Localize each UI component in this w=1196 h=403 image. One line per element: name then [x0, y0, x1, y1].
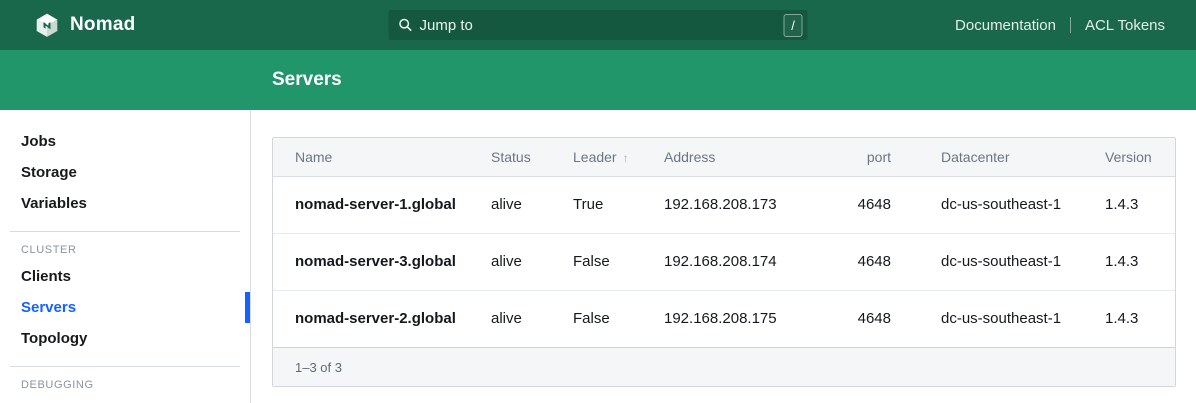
cell-name: nomad-server-3.global — [273, 233, 491, 290]
sidebar-divider — [10, 231, 240, 232]
cell-version: 1.4.3 — [1105, 233, 1175, 290]
column-header-name[interactable]: Name — [273, 138, 491, 176]
cell-leader: False — [573, 233, 664, 290]
cell-name: nomad-server-2.global — [273, 290, 491, 347]
cell-datacenter: dc-us-southeast-1 — [891, 290, 1105, 347]
sidebar-item-label: Servers — [21, 299, 76, 316]
cell-port: 4648 — [841, 233, 891, 290]
column-header-version[interactable]: Version — [1105, 138, 1175, 176]
servers-table: Name Status Leader ↑ Address port Datacen… — [273, 138, 1175, 347]
search-input[interactable] — [420, 17, 784, 34]
cell-version: 1.4.3 — [1105, 176, 1175, 233]
column-header-leader[interactable]: Leader ↑ — [573, 138, 664, 176]
sidebar-item-clients[interactable]: Clients — [0, 261, 250, 292]
sidebar-item-storage[interactable]: Storage — [0, 157, 250, 188]
nomad-logo-icon — [34, 12, 60, 38]
documentation-link[interactable]: Documentation — [955, 17, 1056, 34]
cell-status: alive — [491, 233, 573, 290]
sidebar-divider — [10, 366, 240, 367]
servers-table-container: Name Status Leader ↑ Address port Datacen… — [272, 137, 1176, 387]
cell-port: 4648 — [841, 290, 891, 347]
column-header-datacenter[interactable]: Datacenter — [891, 138, 1105, 176]
sidebar: Jobs Storage Variables CLUSTER Clients S… — [0, 110, 251, 403]
sort-ascending-icon: ↑ — [623, 151, 629, 165]
page-header: Servers — [0, 50, 1196, 110]
cell-address: 192.168.208.174 — [664, 233, 841, 290]
sidebar-item-jobs[interactable]: Jobs — [0, 126, 250, 157]
top-navbar: Nomad / Documentation ACL Tokens — [0, 0, 1196, 50]
sidebar-item-servers[interactable]: Servers — [0, 292, 250, 323]
cell-status: alive — [491, 290, 573, 347]
nav-separator — [1070, 17, 1071, 33]
column-header-address[interactable]: Address — [664, 138, 841, 176]
column-header-status[interactable]: Status — [491, 138, 573, 176]
nomad-home-link[interactable]: Nomad — [0, 12, 135, 38]
sidebar-heading-debugging: DEBUGGING — [0, 379, 250, 396]
cell-version: 1.4.3 — [1105, 290, 1175, 347]
brand-title: Nomad — [70, 14, 135, 36]
active-indicator-bar — [245, 292, 250, 323]
cell-port: 4648 — [841, 176, 891, 233]
sidebar-item-variables[interactable]: Variables — [0, 188, 250, 219]
slash-shortcut-badge: / — [784, 14, 803, 37]
acl-tokens-link[interactable]: ACL Tokens — [1085, 17, 1165, 34]
column-header-label: Leader — [573, 149, 617, 165]
cell-status: alive — [491, 176, 573, 233]
navbar-links: Documentation ACL Tokens — [955, 17, 1196, 34]
sidebar-item-topology[interactable]: Topology — [0, 323, 250, 354]
pagination-status: 1–3 of 3 — [273, 347, 1175, 386]
cell-address: 192.168.208.175 — [664, 290, 841, 347]
cell-name: nomad-server-1.global — [273, 176, 491, 233]
search-icon — [399, 18, 413, 32]
cell-leader: False — [573, 290, 664, 347]
sidebar-heading-cluster: CLUSTER — [0, 244, 250, 261]
server-row[interactable]: nomad-server-2.global alive False 192.16… — [273, 290, 1175, 347]
column-header-port[interactable]: port — [841, 138, 891, 176]
cell-leader: True — [573, 176, 664, 233]
cell-address: 192.168.208.173 — [664, 176, 841, 233]
server-row[interactable]: nomad-server-1.global alive True 192.168… — [273, 176, 1175, 233]
table-header-row: Name Status Leader ↑ Address port Datacen… — [273, 138, 1175, 176]
page-title: Servers — [272, 69, 342, 91]
server-row[interactable]: nomad-server-3.global alive False 192.16… — [273, 233, 1175, 290]
main-content: Name Status Leader ↑ Address port Datacen… — [251, 110, 1196, 403]
jump-to-searchbox[interactable]: / — [389, 10, 808, 40]
cell-datacenter: dc-us-southeast-1 — [891, 233, 1105, 290]
cell-datacenter: dc-us-southeast-1 — [891, 176, 1105, 233]
